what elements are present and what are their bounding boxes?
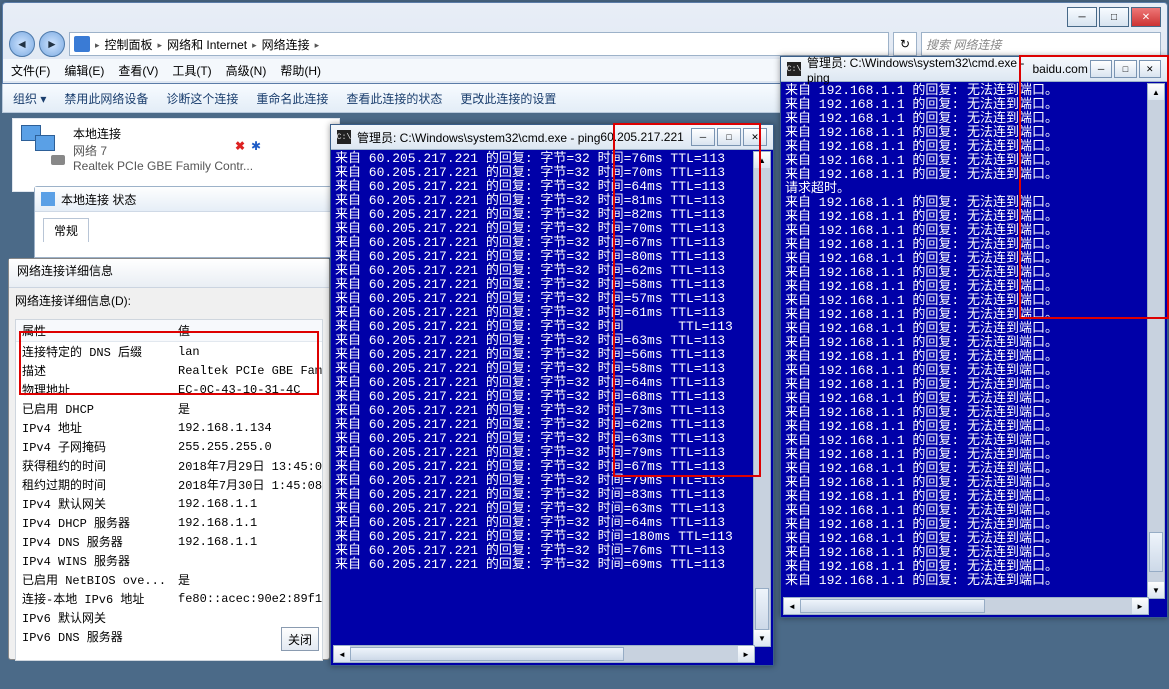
status-window: 本地连接 状态 常规: [34, 186, 332, 258]
cmd-icon: C:\: [337, 130, 351, 144]
status-title-text: 本地连接 状态: [61, 191, 136, 208]
close-button[interactable]: ✕: [1131, 7, 1161, 27]
crumb-1[interactable]: 网络和 Internet: [167, 36, 247, 53]
cmd2-title-arg: baidu.com: [1032, 62, 1087, 76]
maximize-button[interactable]: □: [1099, 7, 1129, 27]
window-controls: ─ □ ✕: [1065, 7, 1161, 27]
toolbtn-1[interactable]: 禁用此网络设备: [64, 90, 148, 107]
details-table: 属性 值 连接特定的 DNS 后缀lan描述Realtek PCIe GBE F…: [16, 320, 323, 646]
col-value: 值: [172, 320, 323, 342]
menu-3[interactable]: 工具(T): [172, 62, 211, 79]
table-row: IPv4 默认网关192.168.1.1: [16, 494, 323, 513]
cmd1-close[interactable]: ✕: [743, 128, 767, 146]
toolbtn-0[interactable]: 组织 ▾: [13, 90, 46, 107]
cmd2-min[interactable]: ─: [1090, 60, 1112, 78]
toolbtn-5[interactable]: 更改此连接的设置: [460, 90, 556, 107]
table-row: IPv4 WINS 服务器: [16, 551, 323, 570]
cmd1-output: 来自 60.205.217.221 的回复: 字节=32 时间=76ms TTL…: [331, 150, 773, 574]
cmd2-titlebar[interactable]: C:\ 管理员: C:\Windows\system32\cmd.exe - p…: [781, 57, 1167, 82]
details-caption: 网络连接详细信息(D):: [9, 288, 329, 313]
menu-1[interactable]: 编辑(E): [64, 62, 104, 79]
table-row: 已启用 NetBIOS ove...是: [16, 570, 323, 589]
details-window: 网络连接详细信息 网络连接详细信息(D): 属性 值 连接特定的 DNS 后缀l…: [8, 258, 330, 660]
search-input[interactable]: 搜索 网络连接: [921, 32, 1161, 56]
details-close-button[interactable]: 关闭: [281, 627, 319, 651]
adapter-net: 网络 7: [21, 142, 331, 159]
table-row: 描述Realtek PCIe GBE Family Cor: [16, 361, 323, 380]
crumb-0[interactable]: 控制面板: [105, 36, 153, 53]
minimize-button[interactable]: ─: [1067, 7, 1097, 27]
menu-4[interactable]: 高级(N): [226, 62, 267, 79]
cmd1-title-arg: 60.205.217.221: [600, 130, 683, 144]
cmd2-max[interactable]: □: [1114, 60, 1136, 78]
back-button[interactable]: ◄: [9, 31, 35, 57]
cmd2-hscroll[interactable]: ◄►: [783, 597, 1149, 615]
refresh-button[interactable]: ↻: [893, 32, 917, 56]
table-row: IPv4 DHCP 服务器192.168.1.1: [16, 513, 323, 532]
bluetooth-icon: ✱: [251, 139, 261, 153]
adapter-desc: Realtek PCIe GBE Family Contr...: [21, 159, 331, 173]
cmd1-title-prefix: 管理员: C:\Windows\system32\cmd.exe - ping: [357, 129, 600, 146]
table-row: IPv4 子网掩码255.255.255.0: [16, 437, 323, 456]
breadcrumb[interactable]: 控制面板 网络和 Internet 网络连接: [69, 32, 889, 56]
table-row: 已启用 DHCP是: [16, 399, 323, 418]
forward-button[interactable]: ►: [39, 31, 65, 57]
details-title: 网络连接详细信息: [9, 259, 329, 288]
details-body: 属性 值 连接特定的 DNS 后缀lan描述Realtek PCIe GBE F…: [15, 319, 323, 661]
toolbtn-2[interactable]: 诊断这个连接: [166, 90, 238, 107]
table-row: 租约过期的时间2018年7月30日 1:45:08: [16, 475, 323, 494]
cmd2-output: 来自 192.168.1.1 的回复: 无法连到端口。 来自 192.168.1…: [781, 82, 1167, 590]
table-row: 物理地址EC-0C-43-10-31-4C: [16, 380, 323, 399]
menu-5[interactable]: 帮助(H): [280, 62, 321, 79]
cmd1-max[interactable]: □: [717, 128, 741, 146]
adapter-title: 本地连接: [21, 125, 331, 142]
cmd1-hscroll[interactable]: ◄►: [333, 645, 755, 663]
search-placeholder: 搜索 网络连接: [926, 36, 1001, 53]
cmd-window-1: C:\ 管理员: C:\Windows\system32\cmd.exe - p…: [330, 124, 774, 666]
table-row: 连接特定的 DNS 后缀lan: [16, 342, 323, 362]
cmd2-close[interactable]: ✕: [1139, 60, 1161, 78]
menu-2[interactable]: 查看(V): [118, 62, 158, 79]
crumb-2[interactable]: 网络连接: [262, 36, 310, 53]
toolbtn-3[interactable]: 重命名此连接: [256, 90, 328, 107]
cmd2-vscroll[interactable]: ▲ ▼: [1147, 83, 1165, 599]
menu-0[interactable]: 文件(F): [11, 62, 50, 79]
dialog-icon: [41, 192, 55, 206]
cmd2-title-prefix: 管理员: C:\Windows\system32\cmd.exe - ping: [807, 54, 1032, 85]
tab-general[interactable]: 常规: [43, 218, 89, 242]
col-property: 属性: [16, 320, 172, 342]
cmd-icon: C:\: [787, 62, 801, 76]
table-row: 获得租约的时间2018年7月29日 13:45:08: [16, 456, 323, 475]
cmd1-titlebar[interactable]: C:\ 管理员: C:\Windows\system32\cmd.exe - p…: [331, 125, 773, 150]
table-row: IPv4 DNS 服务器192.168.1.1: [16, 532, 323, 551]
cmd1-min[interactable]: ─: [691, 128, 715, 146]
error-icon: ✖: [235, 139, 245, 153]
adapter-icon: [21, 125, 65, 165]
cmd1-vscroll[interactable]: ▲ ▼: [753, 151, 771, 647]
cmd-window-2: C:\ 管理员: C:\Windows\system32\cmd.exe - p…: [780, 56, 1168, 618]
adapter-item[interactable]: 本地连接 网络 7 Realtek PCIe GBE Family Contr.…: [12, 118, 340, 192]
table-row: IPv6 默认网关: [16, 608, 323, 627]
table-row: IPv6 DNS 服务器: [16, 627, 323, 646]
table-row: IPv4 地址192.168.1.134: [16, 418, 323, 437]
location-icon: [74, 36, 90, 52]
status-window-title: 本地连接 状态: [35, 187, 331, 212]
table-row: 连接-本地 IPv6 地址fe80::acec:90e2:89f1:455%14: [16, 589, 323, 608]
toolbtn-4[interactable]: 查看此连接的状态: [346, 90, 442, 107]
